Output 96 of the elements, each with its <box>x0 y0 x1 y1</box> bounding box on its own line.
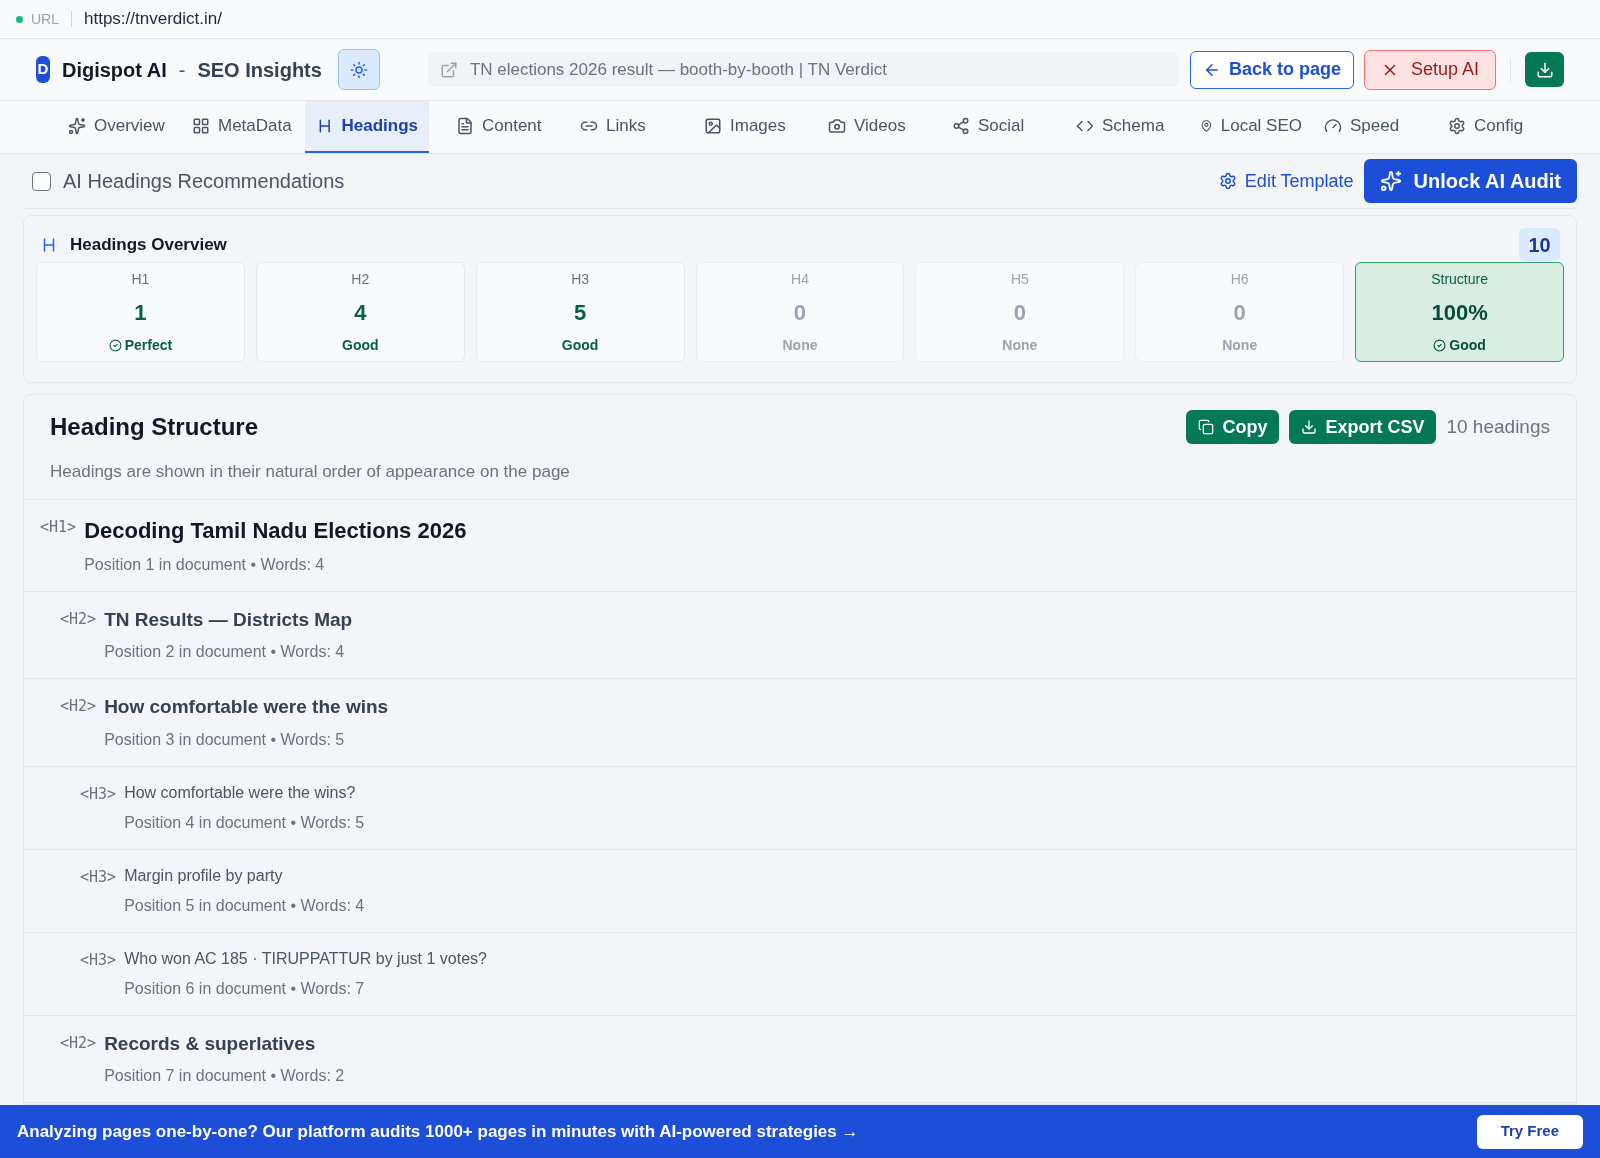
edit-template-button[interactable]: Edit Template <box>1218 167 1354 195</box>
heading-meta: Position 7 in document • Words: 2 <box>104 1066 345 1086</box>
gear-icon <box>1218 172 1237 190</box>
stat-value: 5 <box>574 298 587 327</box>
heading-tag: <H2> <box>60 607 97 664</box>
gear-icon <box>1448 117 1466 135</box>
sparkle-icon <box>1379 170 1402 192</box>
stat-status: None <box>782 335 818 355</box>
heading-text: TN Results — Districts Map <box>104 607 353 632</box>
stat-label: H6 <box>1230 269 1249 289</box>
heading-tag: <H3> <box>80 865 117 918</box>
stat-value: 4 <box>354 298 367 327</box>
check-circle-icon <box>1433 338 1447 352</box>
product-name: SEO Insights <box>197 57 322 83</box>
heading-tag: <H2> <box>60 1031 97 1088</box>
copy-button[interactable]: Copy <box>1186 410 1280 444</box>
url-label: URL <box>31 9 59 29</box>
heading-meta: Position 4 in document • Words: 5 <box>124 812 365 833</box>
download-icon <box>1535 60 1554 79</box>
back-to-page-button[interactable]: Back to page <box>1189 50 1354 89</box>
external-link-icon <box>439 60 458 79</box>
stat-value: 1 <box>134 298 147 327</box>
tab[interactable]: Links <box>569 101 693 153</box>
stat-value: 0 <box>1013 298 1026 327</box>
heading-text: Decoding Tamil Nadu Elections 2026 <box>84 516 467 545</box>
heading-meta: Position 1 in document • Words: 4 <box>84 554 326 575</box>
tab[interactable]: Schema <box>1065 101 1189 153</box>
tab[interactable]: Social <box>941 101 1065 153</box>
setup-ai-button[interactable]: Setup AI <box>1363 49 1496 90</box>
heading-meta: Position 3 in document • Words: 5 <box>104 729 346 750</box>
tab[interactable]: MetaData <box>181 101 305 153</box>
download-icon <box>1301 419 1318 435</box>
brand-name: Digispot AI <box>61 57 167 83</box>
tab[interactable]: Content <box>445 101 569 153</box>
url-text: https://tnverdict.in/ <box>84 8 222 31</box>
unlock-ai-audit-button[interactable]: Unlock AI Audit <box>1363 159 1577 203</box>
stat-status: Perfect <box>124 335 173 355</box>
logo-icon: D <box>36 56 50 83</box>
stat-status: None <box>1222 335 1258 355</box>
try-free-button[interactable]: Try Free <box>1476 1114 1583 1149</box>
heading-tag: <H3> <box>80 948 117 1001</box>
stat-label: H4 <box>791 269 809 289</box>
checkbox-label: AI Headings Recommendations <box>63 169 345 194</box>
document-icon <box>456 117 474 135</box>
checkbox[interactable] <box>32 171 51 191</box>
heading-tag: <H2> <box>60 695 97 752</box>
heading-text: How comfortable were the wins? <box>124 782 357 803</box>
tab[interactable]: Videos <box>817 101 941 153</box>
tab[interactable]: Local SEO <box>1189 101 1313 153</box>
heading-text: Margin profile by party <box>124 865 284 886</box>
theme-toggle-button[interactable] <box>337 49 380 90</box>
overview-title: Headings Overview <box>70 233 227 256</box>
stat-label: H3 <box>571 269 590 289</box>
image-icon <box>704 117 722 135</box>
total-count: 10 <box>1519 228 1560 261</box>
tab[interactable]: Config <box>1437 101 1561 153</box>
heading-text: Who won AC 185 · TIRUPPATTUR by just 1 votes? <box>124 948 487 969</box>
tab[interactable]: Images <box>693 101 817 153</box>
heading-tag: <H1> <box>40 515 77 577</box>
copy-icon <box>1198 419 1215 435</box>
heading-tag: <H3> <box>80 782 117 835</box>
sparkle-icon <box>68 117 86 135</box>
stat-status: Good <box>1449 335 1486 355</box>
stat-status: Good <box>561 335 599 355</box>
tab[interactable]: Overview <box>57 101 181 153</box>
download-button[interactable] <box>1525 52 1564 87</box>
stat-label: H5 <box>1010 269 1029 289</box>
stat-label: H1 <box>131 269 150 289</box>
check-circle-icon <box>108 338 122 352</box>
gauge-icon <box>1324 117 1342 135</box>
stat-label: Structure <box>1431 269 1488 289</box>
tab[interactable]: Headings <box>305 101 429 153</box>
heading-text: Records & superlatives <box>104 1031 317 1056</box>
heading-meta: Position 5 in document • Words: 4 <box>124 895 365 916</box>
banner-text: Analyzing pages one-by-one? Our platform audits 1000+ pages in minutes with AI-powered strategies → <box>17 1120 859 1143</box>
sun-icon <box>349 60 368 79</box>
map-pin-icon <box>1200 117 1213 135</box>
heading-count: 10 headings <box>1446 414 1550 439</box>
tab[interactable]: Speed <box>1313 101 1437 153</box>
stat-value: 0 <box>1233 298 1246 327</box>
brand-separator: - <box>178 57 186 83</box>
structure-description: Headings are shown in their natural order of appearance on the page <box>50 461 571 483</box>
share-icon <box>952 117 970 135</box>
stat-value: 100% <box>1431 298 1488 327</box>
export-csv-button[interactable]: Export CSV <box>1289 410 1437 444</box>
heading-meta: Position 2 in document • Words: 4 <box>104 642 346 662</box>
stat-label: H2 <box>351 269 370 289</box>
stat-status: None <box>1002 335 1038 355</box>
grid-icon <box>192 117 210 135</box>
page-title: TN elections 2026 result — booth-by-booth | TN Verdict <box>469 58 887 81</box>
stat-status: Good <box>342 335 379 355</box>
camera-icon <box>828 117 846 135</box>
heading-text: How comfortable were the wins <box>104 695 389 719</box>
heading-meta: Position 6 in document • Words: 7 <box>124 978 366 999</box>
structure-title: Heading Structure <box>50 412 259 442</box>
stat-value: 0 <box>793 298 807 327</box>
